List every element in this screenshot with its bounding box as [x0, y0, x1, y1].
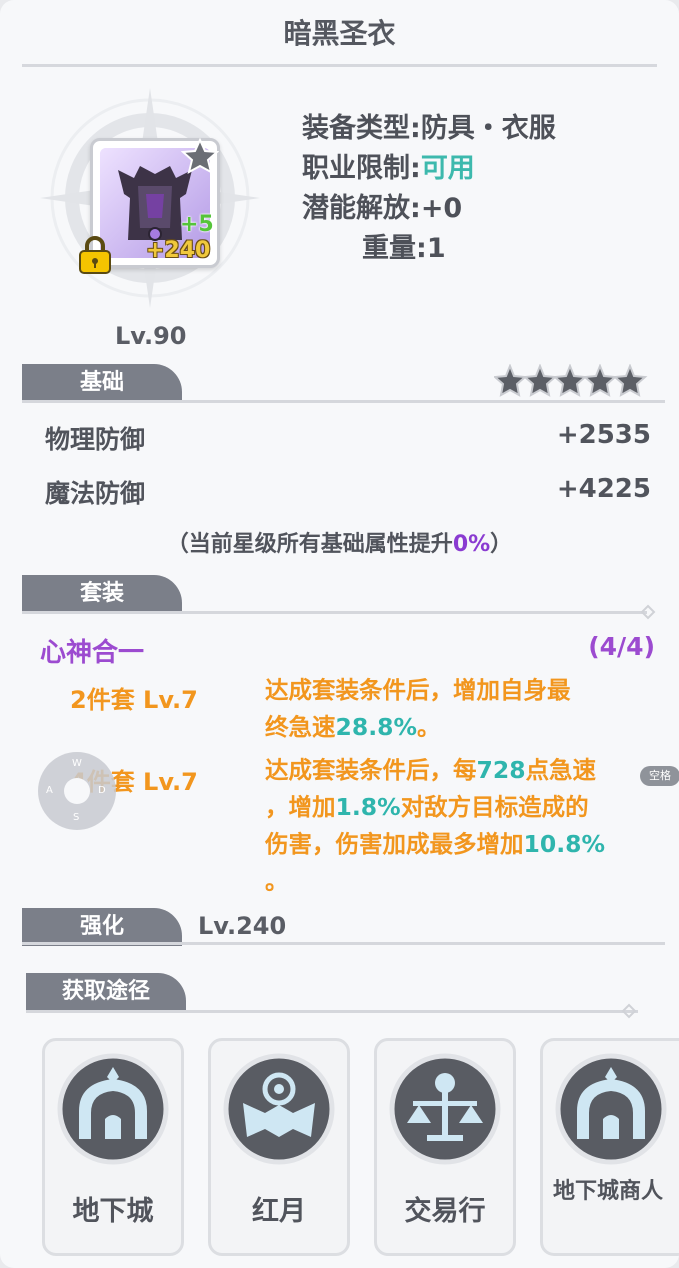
set-tier-4-line2: ，增加1.8%对敌方目标造成的 [265, 789, 657, 826]
set-tier-4-line3: 伤害，伤害加成最多增加10.8% [265, 826, 657, 863]
set-tier-4-period: 。 [265, 867, 289, 895]
refine-level: +5 [180, 212, 214, 237]
set-name: 心神合一 [40, 638, 145, 668]
weight-row: 重量:1 [362, 226, 446, 265]
set-tier-4-desc: 达成套装条件后，每728点急速 ，增加1.8%对敌方目标造成的 伤害，伤害加成最… [265, 752, 657, 900]
source-card-dungeon[interactable]: 地下城 [42, 1038, 184, 1256]
source-card-dungeon-merchant[interactable]: 地下城商人 [540, 1038, 679, 1256]
wasd-joystick[interactable]: W A S D [38, 752, 116, 830]
equipment-detail-panel: 暗黑圣衣 +5 +240 Lv.90 装备类型:防具・衣服 职业限制:可用 潜能… [0, 0, 679, 1268]
empty-star-icon [494, 364, 528, 397]
set-tier-2-period: 。 [417, 713, 441, 741]
physical-defense-label: 物理防御 [45, 425, 146, 454]
key-d-label: D [98, 785, 106, 796]
job-restriction-label: 职业限制: [302, 153, 421, 184]
set-tier-4-damage-value: 1.8% [335, 793, 401, 821]
source-section-line [26, 1010, 638, 1013]
set-count: (4/4) [588, 632, 655, 661]
job-restriction-value: 可用 [420, 153, 475, 184]
enhance-section-line [22, 942, 665, 945]
dungeon-merchant-icon [555, 1053, 667, 1165]
set-tier-2-line1: 达成套装条件后，增加自身最 [265, 676, 571, 704]
divider-diamond-icon [621, 1003, 637, 1019]
source-label-dungeon: 地下城 [72, 1196, 154, 1227]
key-a-label: A [46, 785, 53, 796]
source-card-red-moon[interactable]: 红月 [208, 1038, 350, 1256]
physical-defense-value: +2535 [556, 420, 651, 450]
set-section-line [22, 611, 647, 614]
set-tier-2-value: 28.8% [335, 713, 418, 741]
set-tier-4-text-d: 对敌方目标造成的 [400, 793, 589, 821]
dungeon-icon [57, 1053, 169, 1165]
set-tier-4-text-e: 伤害，伤害加成最多增加 [265, 830, 524, 858]
job-restriction-row: 职业限制:可用 [302, 146, 475, 185]
joystick-center[interactable] [64, 778, 90, 804]
divider-diamond-icon [640, 604, 656, 620]
title-divider [22, 64, 657, 67]
source-section-tab: 获取途径 [26, 973, 186, 1011]
set-tier-4-line1: 达成套装条件后，每728点急速 [265, 752, 657, 789]
set-tier-2-text: 终急速 [265, 713, 336, 741]
set-tier-4-text-b: 点急速 [525, 756, 597, 784]
empty-star-icon [522, 364, 558, 397]
basic-section-tab: 基础 [22, 364, 182, 402]
red-moon-icon [223, 1053, 335, 1165]
lock-icon[interactable] [78, 235, 112, 275]
star-bonus-note: （当前星级所有基础属性提升0%） [0, 526, 679, 558]
space-key-button[interactable]: 空格 [640, 766, 679, 786]
source-label-dungeon-merchant: 地下城商人 [552, 1179, 663, 1204]
star-grade-icon [181, 138, 219, 174]
potential-label: 潜能解放: [302, 193, 421, 224]
set-tier-2-line2: 终急速28.8%。 [265, 709, 657, 746]
item-level: Lv.90 [115, 322, 187, 350]
magic-defense-label: 魔法防御 [45, 479, 146, 508]
key-s-label: S [73, 812, 80, 823]
enhance-section-tab: 强化 [22, 908, 182, 946]
source-label-trade: 交易行 [404, 1196, 486, 1227]
set-tier-2-label: 2件套 Lv.7 [70, 686, 198, 714]
potential-row: 潜能解放:+0 [302, 186, 462, 225]
source-card-trade[interactable]: 交易行 [374, 1038, 516, 1256]
trade-scale-icon [389, 1053, 501, 1165]
equip-type-value: 防具・衣服 [420, 113, 556, 144]
empty-star-icon [612, 364, 648, 397]
equip-type-row: 装备类型:防具・衣服 [302, 106, 556, 145]
set-section-tab: 套装 [22, 575, 182, 613]
weight-label: 重量: [362, 233, 427, 264]
equip-type-label: 装备类型: [302, 113, 421, 144]
star-bonus-note-prefix: （当前星级所有基础属性提升 [166, 532, 453, 557]
basic-section-line [22, 400, 665, 403]
set-tier-2-desc: 达成套装条件后，增加自身最 终急速28.8%。 [265, 672, 657, 746]
strengthen-level: +240 [146, 238, 211, 263]
potential-value: +0 [420, 193, 463, 224]
weight-value: 1 [426, 233, 446, 264]
enhance-level: Lv.240 [198, 912, 287, 940]
set-tier-4-text-c: ，增加 [265, 793, 336, 821]
empty-star-icon [552, 364, 588, 397]
set-tier-4-haste-value: 728 [476, 756, 526, 784]
star-rating [494, 364, 648, 397]
key-w-label: W [72, 758, 82, 769]
source-label-red-moon: 红月 [252, 1196, 306, 1227]
magic-defense-value: +4225 [556, 474, 651, 504]
set-tier-4-max-value: 10.8% [523, 830, 606, 858]
item-title: 暗黑圣衣 [283, 17, 396, 50]
empty-star-icon [582, 364, 618, 397]
star-bonus-percent: 0% [452, 532, 491, 557]
set-tier-4-text-a: 达成套装条件后，每 [265, 756, 477, 784]
star-bonus-note-suffix: ） [490, 532, 513, 557]
